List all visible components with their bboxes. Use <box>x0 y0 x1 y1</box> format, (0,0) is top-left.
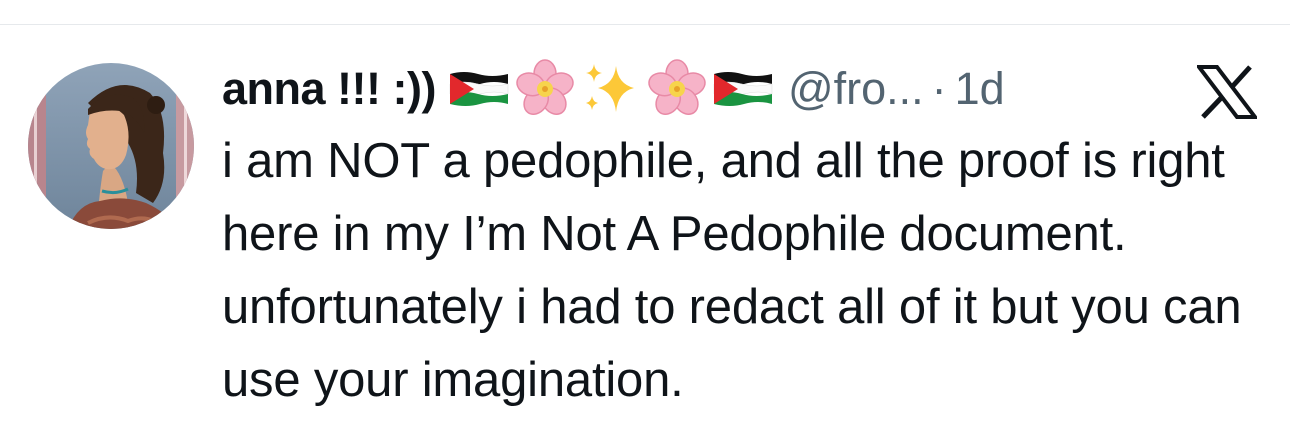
palestine-flag-icon <box>448 58 510 120</box>
user-handle[interactable]: @fro... <box>788 63 924 115</box>
separator-dot: · <box>931 63 947 114</box>
tweet-text: i am NOT a pedophile, and all the proof … <box>222 134 1242 407</box>
profile-avatar[interactable] <box>28 63 194 229</box>
cherry-blossom-icon <box>646 58 708 120</box>
x-logo-icon[interactable] <box>1197 65 1257 119</box>
palestine-flag-icon <box>712 58 774 120</box>
name-emojis <box>448 58 774 120</box>
sparkles-icon <box>580 58 642 120</box>
cherry-blossom-icon <box>514 58 576 120</box>
display-name[interactable]: anna !!! :)) <box>222 63 436 115</box>
tweet-card[interactable]: anna !!! :)) @fro... · 1d i am NOT a ped… <box>0 25 1290 431</box>
timestamp[interactable]: 1d <box>955 63 1005 115</box>
tweet-header: anna !!! :)) @fro... · 1d <box>222 55 1272 123</box>
tweet-content: anna !!! :)) @fro... · 1d i am NOT a ped… <box>222 55 1272 417</box>
